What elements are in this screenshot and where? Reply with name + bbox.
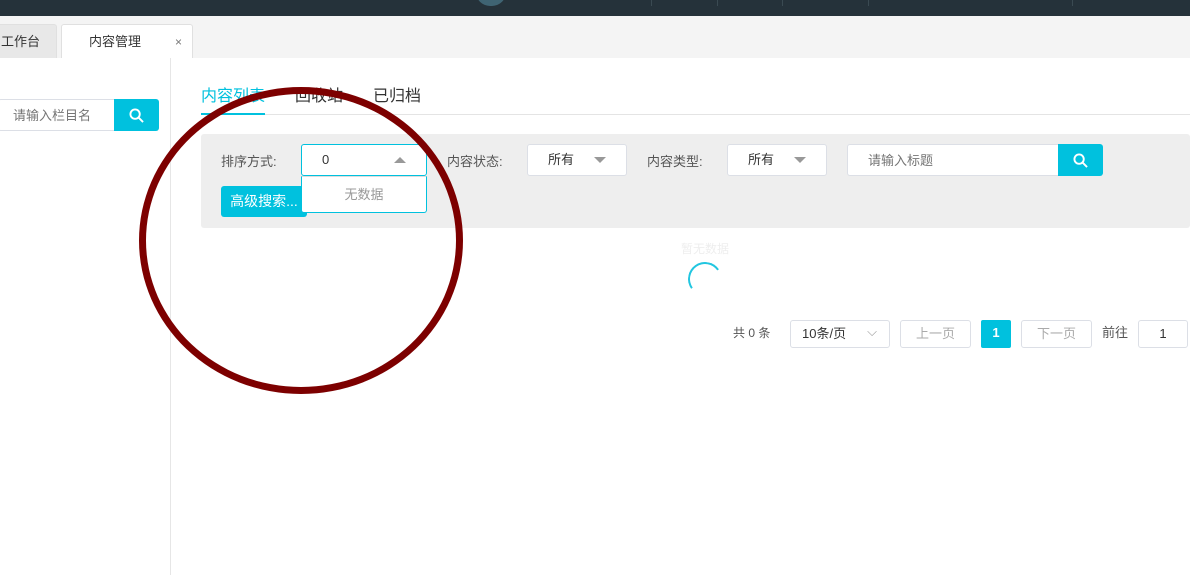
advanced-search-button[interactable]: 高级搜索... xyxy=(221,186,307,217)
page-size-value: 10条/页 xyxy=(802,326,847,341)
page-tab-content-management[interactable]: 内容管理 × xyxy=(61,24,193,58)
type-select[interactable]: 所有 xyxy=(727,144,827,176)
column-search-button[interactable] xyxy=(114,99,159,131)
title-search-input[interactable] xyxy=(847,144,1059,176)
goto-label: 前往 xyxy=(1102,325,1129,340)
tab-label: 工作台 xyxy=(1,34,41,49)
avatar[interactable] xyxy=(476,0,506,6)
page-tab-bar: 工作台 内容管理 × xyxy=(0,16,1190,58)
caret-down-icon xyxy=(594,157,606,163)
next-page-button[interactable]: 下一页 xyxy=(1021,320,1092,348)
tab-recycle-bin[interactable]: 回收站 xyxy=(295,86,343,115)
loading-spinner-icon xyxy=(685,259,725,299)
total-count: 共 0 条 xyxy=(733,326,771,340)
chevron-down-icon: ⌵ xyxy=(867,324,877,339)
tab-content-list[interactable]: 内容列表 xyxy=(201,86,266,115)
empty-text: 暂无数据 xyxy=(681,242,730,256)
tab-archived[interactable]: 已归档 xyxy=(373,86,421,115)
title-search-button[interactable] xyxy=(1058,144,1103,176)
caret-up-icon xyxy=(394,157,406,163)
search-icon xyxy=(1073,152,1088,168)
top-nav-bar xyxy=(0,0,1190,16)
sort-label: 排序方式: xyxy=(221,154,277,169)
status-select[interactable]: 所有 xyxy=(527,144,627,176)
caret-down-icon xyxy=(794,157,806,163)
status-label: 内容状态: xyxy=(447,154,503,169)
page-1-button[interactable]: 1 xyxy=(981,320,1011,348)
sort-select[interactable]: 0 xyxy=(301,144,427,176)
type-value: 所有 xyxy=(748,152,775,167)
status-value: 所有 xyxy=(548,152,575,167)
page-size-select[interactable]: 10条/页 ⌵ xyxy=(790,320,890,348)
column-search-input[interactable] xyxy=(0,99,116,131)
prev-page-button[interactable]: 上一页 xyxy=(900,320,971,348)
content-tabs: 内容列表 回收站 已归档 xyxy=(201,86,1190,115)
goto-page-input[interactable]: 1 xyxy=(1138,320,1188,348)
page-tab-workbench[interactable]: 工作台 xyxy=(0,24,57,58)
close-icon[interactable]: × xyxy=(175,25,182,59)
tab-label: 内容管理 xyxy=(89,34,142,49)
type-label: 内容类型: xyxy=(647,154,703,169)
sort-dropdown-empty: 无数据 xyxy=(301,176,427,213)
search-icon xyxy=(129,107,144,123)
sidebar xyxy=(0,58,171,575)
sort-value: 0 xyxy=(322,152,330,167)
